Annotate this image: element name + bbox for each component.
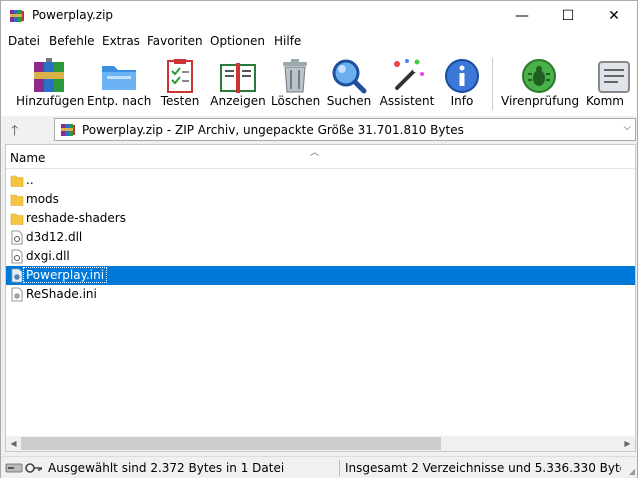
scroll-right-icon[interactable]: ▶ (620, 436, 635, 451)
list-item[interactable]: d3d12.dll (6, 228, 635, 247)
search-button[interactable]: Suchen (326, 52, 372, 116)
column-name-label: Name (10, 151, 46, 165)
info-icon (445, 59, 479, 93)
title-bar: Powerplay.zip — ☐ ✕ (1, 1, 637, 31)
horizontal-scrollbar[interactable]: ◀ ▶ (6, 436, 635, 451)
item-name: d3d12.dll (26, 230, 83, 244)
delete-label: Löschen (271, 94, 321, 108)
comment-label: Komm (586, 94, 624, 108)
item-name: Powerplay.ini (22, 267, 108, 283)
menu-befehle[interactable]: Befehle (49, 34, 95, 48)
list-item[interactable]: mods (6, 190, 635, 209)
status-divider (339, 460, 340, 476)
folder-icon (10, 213, 24, 225)
list-item[interactable]: dxgi.dll (6, 247, 635, 266)
maximize-button[interactable]: ☐ (545, 1, 591, 31)
address-row: 🡑 Powerplay.zip - ZIP Archiv, ungepackte… (1, 116, 637, 142)
address-box[interactable]: Powerplay.zip - ZIP Archiv, ungepackte G… (54, 118, 636, 141)
scroll-left-icon[interactable]: ◀ (6, 436, 21, 451)
status-total: Insgesamt 2 Verzeichnisse und 5.336.330 … (345, 461, 621, 475)
view-label: Anzeigen (210, 94, 266, 108)
wizard-label: Assistent (379, 94, 435, 108)
list-item-selected[interactable]: Powerplay.ini (6, 266, 635, 285)
chevron-down-icon[interactable]: ⌵ (623, 122, 631, 133)
search-label: Suchen (326, 94, 372, 108)
file-list: ︿ Name .. mods reshade-shaders d3d12.dll… (5, 144, 636, 452)
ini-file-icon (11, 287, 23, 302)
item-name: reshade-shaders (26, 211, 126, 225)
column-header-name[interactable]: ︿ Name (6, 145, 635, 169)
folder-icon (10, 194, 24, 206)
drive-key-icon (5, 463, 42, 473)
virus-scan-button[interactable]: Virenprüfung (501, 52, 580, 116)
item-name: mods (26, 192, 59, 206)
up-arrow-icon[interactable]: 🡑 (11, 120, 31, 139)
comment-button[interactable]: Komm (583, 52, 637, 116)
test-checklist-icon (167, 59, 193, 93)
minimize-button[interactable]: — (499, 1, 545, 31)
extract-folder-icon (102, 66, 136, 90)
status-selection: Ausgewählt sind 2.372 Bytes in 1 Datei (48, 461, 285, 475)
virus-scan-label: Virenprüfung (501, 94, 580, 108)
view-book-icon (220, 63, 256, 93)
item-name: dxgi.dll (26, 249, 70, 263)
test-button[interactable]: Testen (157, 52, 203, 116)
extract-button[interactable]: Entp. nach (87, 52, 151, 116)
item-name: .. (26, 173, 34, 187)
trash-icon (283, 59, 307, 93)
extract-label: Entp. nach (87, 94, 152, 108)
info-label: Info (450, 94, 474, 108)
address-text: Powerplay.zip - ZIP Archiv, ungepackte G… (82, 123, 464, 137)
delete-button[interactable]: Löschen (271, 52, 321, 116)
folder-icon (10, 175, 24, 187)
resize-grip-icon[interactable]: ◢ (629, 467, 635, 476)
add-label: Hinzufügen (16, 94, 85, 108)
list-item[interactable]: reshade-shaders (6, 209, 635, 228)
comment-icon (598, 61, 630, 93)
menu-extras[interactable]: Extras (102, 34, 140, 48)
wizard-wand-icon (394, 59, 424, 90)
toolbar: Hinzufügen Entp. nach Testen Anzeigen Lö… (1, 52, 637, 116)
sort-ascending-icon: ︿ (310, 148, 320, 158)
wizard-button[interactable]: Assistent (379, 52, 435, 116)
list-item[interactable]: .. (6, 171, 635, 190)
test-label: Testen (160, 94, 200, 108)
menu-optionen[interactable]: Optionen (210, 34, 265, 48)
status-bar: Ausgewählt sind 2.372 Bytes in 1 Datei I… (1, 456, 637, 478)
winrar-window: Powerplay.zip — ☐ ✕ Datei Befehle Extras… (0, 0, 638, 478)
archive-icon (61, 124, 75, 136)
scroll-thumb[interactable] (21, 437, 441, 450)
window-title: Powerplay.zip (32, 8, 114, 22)
add-archive-icon (34, 58, 64, 92)
dll-file-icon (11, 230, 23, 245)
menu-favoriten[interactable]: Favoriten (147, 34, 203, 48)
add-button[interactable]: Hinzufügen (16, 52, 85, 116)
close-button[interactable]: ✕ (591, 1, 637, 31)
menu-bar: Datei Befehle Extras Favoriten Optionen … (1, 31, 637, 52)
ini-file-icon (11, 268, 23, 283)
menu-datei[interactable]: Datei (8, 34, 40, 48)
toolbar-separator (492, 58, 493, 110)
virus-scan-icon (522, 59, 556, 93)
menu-hilfe[interactable]: Hilfe (274, 34, 301, 48)
list-item[interactable]: ReShade.ini (6, 285, 635, 304)
item-name: ReShade.ini (26, 287, 97, 301)
dll-file-icon (11, 249, 23, 264)
winrar-app-icon (10, 10, 24, 22)
magnifier-icon (332, 59, 367, 94)
info-button[interactable]: Info (442, 52, 482, 116)
view-button[interactable]: Anzeigen (210, 52, 266, 116)
